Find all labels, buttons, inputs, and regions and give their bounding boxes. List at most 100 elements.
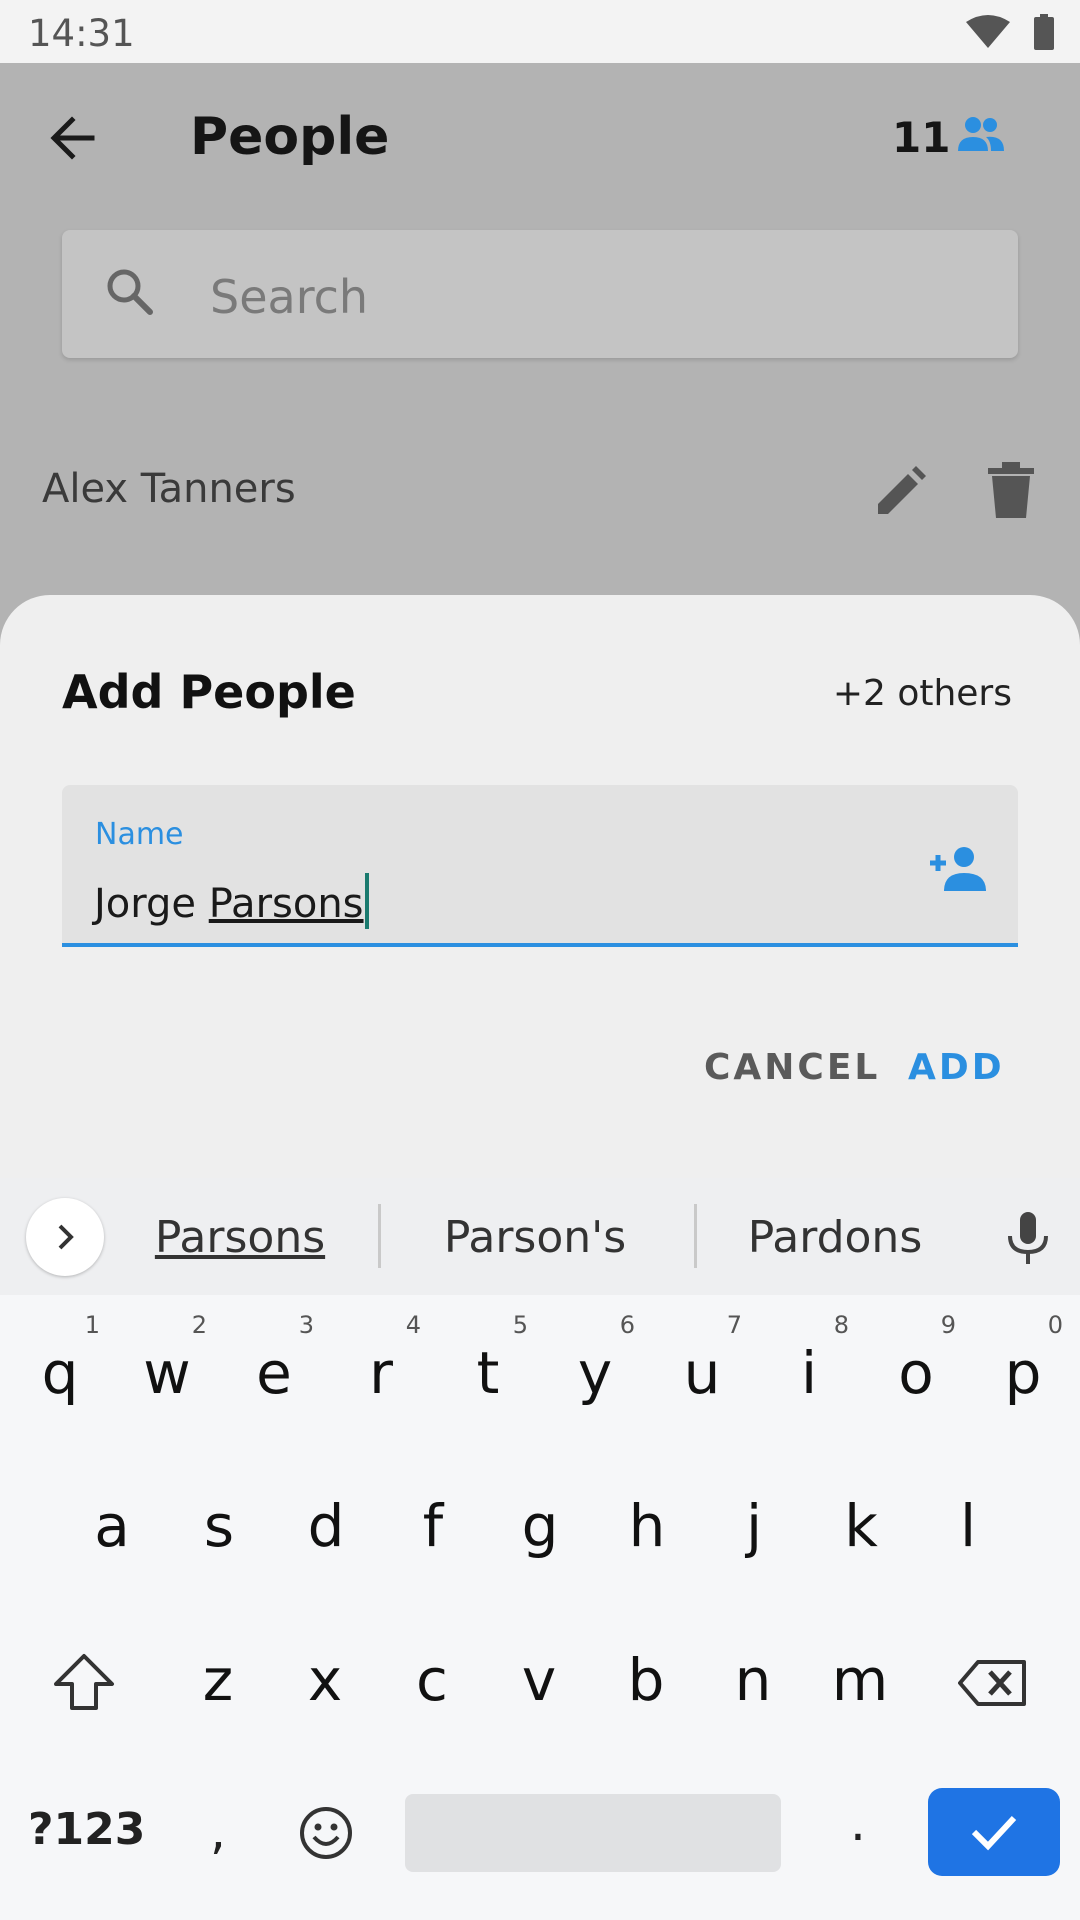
key-label: i [800,1339,818,1407]
key-hint: 5 [512,1311,528,1339]
key-label: u [683,1339,721,1407]
person-name: Alex Tanners [42,466,296,512]
key-hint: 6 [619,1311,635,1339]
people-icon[interactable] [956,115,1006,160]
key-label: a [94,1492,130,1560]
key-hint: 8 [833,1311,849,1339]
key-r[interactable]: 4r [331,1305,431,1425]
key-label: r [369,1339,393,1407]
key-g[interactable]: g [490,1458,590,1578]
name-field-label: Name [95,817,184,852]
backspace-key[interactable] [958,1658,1028,1713]
person-add-icon[interactable] [926,845,988,898]
wifi-icon [964,14,1012,55]
key-hint: 1 [84,1311,100,1339]
name-value-composing: Parsons [208,881,364,927]
people-count: 11 [892,113,951,162]
add-people-sheet: Add People +2 others Name Jorge Parsons … [0,595,1080,1195]
others-count: +2 others [832,673,1012,714]
key-b[interactable]: b [596,1612,696,1732]
delete-icon[interactable] [988,462,1034,523]
add-button[interactable]: ADD [908,1047,1005,1088]
symbols-key[interactable]: ?123 [28,1804,145,1855]
sheet-title: Add People [62,665,356,719]
key-d[interactable]: d [276,1458,376,1578]
key-hint: 3 [298,1311,314,1339]
key-label: b [627,1646,665,1714]
key-label: c [416,1646,448,1714]
key-m[interactable]: m [810,1612,910,1732]
key-hint: 9 [940,1311,956,1339]
status-bar: 14:31 [0,0,1080,63]
microphone-icon[interactable] [1004,1210,1052,1271]
key-label: o [898,1339,934,1407]
key-hint: 0 [1047,1311,1063,1339]
shift-key[interactable] [52,1652,116,1717]
key-y[interactable]: 6y [545,1305,645,1425]
key-u[interactable]: 7u [652,1305,752,1425]
period-key[interactable]: . [850,1794,866,1852]
key-i[interactable]: 8i [759,1305,859,1425]
list-item[interactable]: Alex Tanners [0,440,1080,540]
key-f[interactable]: f [383,1458,483,1578]
key-e[interactable]: 3e [224,1305,324,1425]
key-label: k [844,1492,878,1560]
key-x[interactable]: x [275,1612,375,1732]
suggestion-2[interactable]: Parson's [400,1212,670,1263]
key-l[interactable]: l [918,1458,1018,1578]
key-w[interactable]: 2w [117,1305,217,1425]
search-icon [102,264,158,325]
space-key[interactable] [405,1794,781,1872]
key-label: d [307,1492,345,1560]
key-label: w [143,1339,191,1407]
key-label: n [734,1646,772,1714]
key-hint: 7 [726,1311,742,1339]
edit-icon[interactable] [872,464,928,525]
key-label: j [745,1492,763,1560]
key-label: y [577,1339,613,1407]
cancel-button[interactable]: CANCEL [704,1047,880,1088]
key-n[interactable]: n [703,1612,803,1732]
key-a[interactable]: a [62,1458,162,1578]
keyboard: Parsons Parson's Pardons 1q2w3e4r5t6y7u8… [0,1178,1080,1920]
key-label: v [521,1646,557,1714]
suggestion-bar: Parsons Parson's Pardons [0,1178,1080,1295]
text-caret [364,873,369,929]
name-field-value[interactable]: Jorge Parsons [94,873,369,929]
search-bar[interactable]: Search [62,230,1018,358]
key-label: e [256,1339,292,1407]
enter-key[interactable] [928,1788,1060,1876]
name-field[interactable]: Name Jorge Parsons [62,785,1018,947]
key-t[interactable]: 5t [438,1305,538,1425]
app-bar: People 11 [0,63,1080,213]
key-label: f [422,1492,444,1560]
key-q[interactable]: 1q [10,1305,110,1425]
key-c[interactable]: c [382,1612,482,1732]
expand-suggestions-button[interactable] [26,1198,104,1276]
key-label: m [831,1646,889,1714]
page-title: People [190,107,390,167]
key-label: x [307,1646,343,1714]
suggestion-3[interactable]: Pardons [700,1212,970,1263]
comma-key[interactable]: , [210,1802,226,1860]
key-z[interactable]: z [168,1612,268,1732]
suggestion-1[interactable]: Parsons [140,1212,340,1263]
search-input[interactable]: Search [210,270,368,324]
key-v[interactable]: v [489,1612,589,1732]
key-p[interactable]: 0p [973,1305,1073,1425]
key-label: z [202,1646,234,1714]
key-s[interactable]: s [169,1458,269,1578]
key-o[interactable]: 9o [866,1305,966,1425]
key-label: g [521,1492,559,1560]
name-value-prefix: Jorge [94,881,209,927]
key-h[interactable]: h [597,1458,697,1578]
key-label: l [959,1492,977,1560]
key-label: q [41,1339,79,1407]
key-label: p [1004,1339,1042,1407]
key-hint: 2 [191,1311,207,1339]
key-k[interactable]: k [811,1458,911,1578]
status-time: 14:31 [28,12,135,55]
arrow-back-icon[interactable] [44,108,104,168]
emoji-icon[interactable] [298,1805,354,1866]
key-j[interactable]: j [704,1458,804,1578]
